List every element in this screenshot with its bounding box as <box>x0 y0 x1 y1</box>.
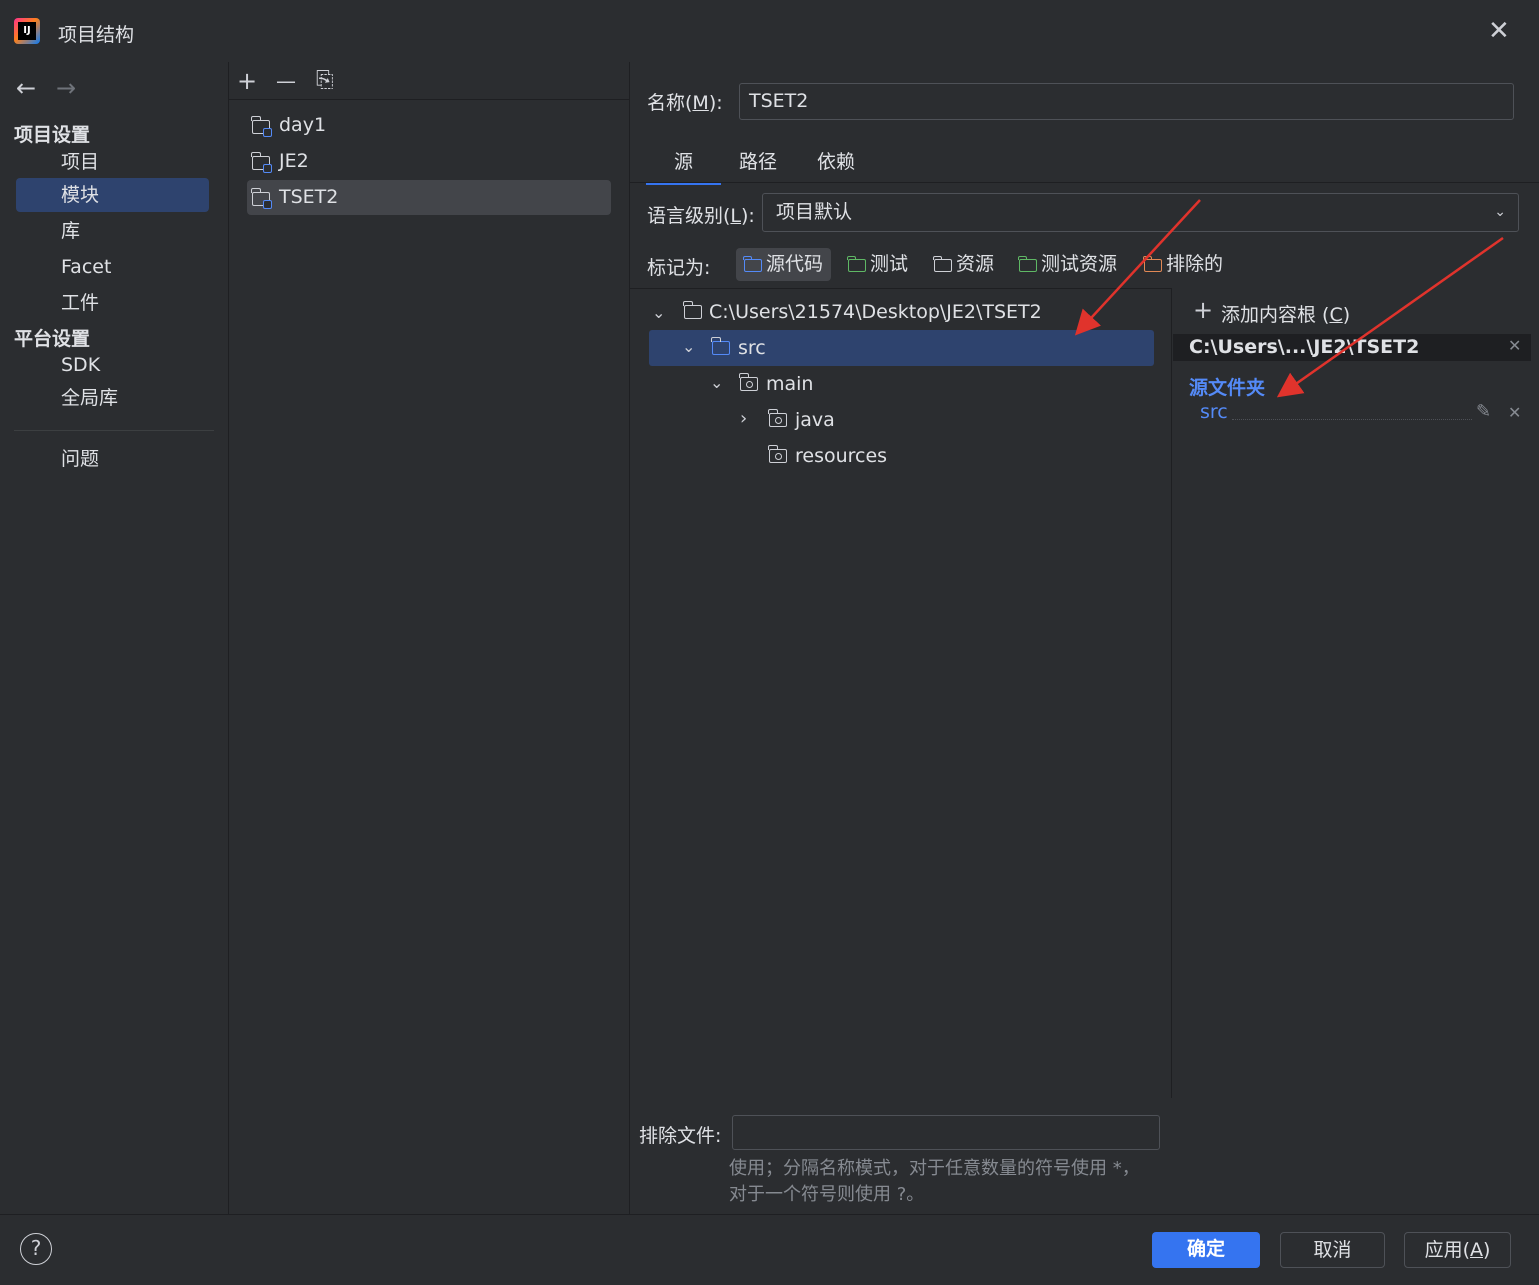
mark-test-resources-button[interactable]: 测试资源 <box>1011 248 1125 281</box>
add-module-icon[interactable]: + <box>237 68 257 94</box>
edit-pencil-icon[interactable]: ✎ <box>1476 401 1491 422</box>
tree-resources-label[interactable]: resources <box>795 438 887 474</box>
sidebar-item-artifacts[interactable]: 工件 <box>16 286 209 320</box>
module-toolbar-divider <box>229 99 629 100</box>
remove-module-icon[interactable]: — <box>276 68 296 94</box>
tab-paths[interactable]: 路径 <box>739 150 777 182</box>
tree-java-label[interactable]: java <box>795 402 835 438</box>
module-badge-icon <box>263 128 272 137</box>
tab-dependencies[interactable]: 依赖 <box>817 150 855 182</box>
content-roots-pane <box>1173 288 1539 1214</box>
module-label: day1 <box>279 114 327 136</box>
module-badge-icon <box>263 164 272 173</box>
content-root-path: C:\Users\...\JE2\TSET2 <box>1189 336 1420 358</box>
back-arrow-icon[interactable]: ← <box>16 76 36 100</box>
exclude-hint-line1: 使用；分隔名称模式，对于任意数量的符号使用 *， <box>729 1158 1140 1179</box>
test-resource-folder-icon <box>1018 256 1037 272</box>
dotted-leader <box>1232 419 1472 420</box>
ok-button[interactable]: 确定 <box>1152 1232 1260 1268</box>
folder-tree <box>630 288 1172 1098</box>
mark-resources-label: 资源 <box>956 253 995 275</box>
chevron-down-icon: ⌄ <box>1494 204 1506 220</box>
exclude-files-input[interactable] <box>732 1115 1160 1150</box>
chevron-down-icon[interactable]: ⌄ <box>652 303 665 322</box>
folder-icon <box>683 301 702 319</box>
forward-arrow-icon[interactable]: → <box>56 76 76 100</box>
module-item-tset2[interactable]: TSET2 <box>247 180 611 215</box>
resource-folder-icon <box>933 256 952 272</box>
language-level-value: 项目默认 <box>776 201 853 223</box>
source-folder-entry[interactable]: src <box>1200 401 1228 423</box>
tree-row-root[interactable]: ⌄ <box>652 294 665 330</box>
test-folder-icon <box>847 256 866 272</box>
package-folder-icon <box>768 409 787 427</box>
chevron-down-icon[interactable]: ⌄ <box>682 335 695 359</box>
close-icon[interactable]: ✕ <box>1488 18 1510 44</box>
mark-sources-button[interactable]: 源代码 <box>736 248 832 281</box>
exclude-files-label: 排除文件: <box>639 1125 722 1147</box>
apply-button[interactable]: 应用(A) <box>1404 1232 1511 1268</box>
remove-source-folder-icon[interactable]: ✕ <box>1508 403 1521 422</box>
mark-tests-button[interactable]: 测试 <box>840 248 916 281</box>
mark-as-label: 标记为: <box>647 257 711 279</box>
language-level-select[interactable]: 项目默认 ⌄ <box>762 193 1519 232</box>
language-level-label: 语言级别(L): <box>647 205 755 227</box>
exclude-hint-line2: 对于一个符号则使用 ?。 <box>729 1184 925 1205</box>
window-title: 项目结构 <box>58 24 135 46</box>
copy-module-icon[interactable]: ⎘ <box>316 68 334 94</box>
module-label: TSET2 <box>279 186 339 208</box>
package-folder-icon <box>768 445 787 463</box>
sidebar-divider <box>14 430 214 431</box>
sidebar-item-global-libraries[interactable]: 全局库 <box>16 381 209 415</box>
mark-resources-button[interactable]: 资源 <box>926 248 1002 281</box>
sidebar-item-facets[interactable]: Facet <box>16 250 209 284</box>
help-icon[interactable]: ? <box>20 1233 52 1265</box>
add-icon[interactable]: + <box>1193 298 1213 322</box>
module-badge-icon <box>263 200 272 209</box>
source-folder-icon <box>711 337 730 355</box>
tree-main-label[interactable]: main <box>766 366 813 402</box>
module-label: JE2 <box>279 150 309 172</box>
cancel-button[interactable]: 取消 <box>1280 1232 1385 1268</box>
name-label: 名称(M): <box>647 92 723 114</box>
tree-src-label[interactable]: src <box>738 330 766 366</box>
chevron-right-icon[interactable]: › <box>740 407 747 431</box>
module-item-je2[interactable]: JE2 <box>247 144 611 179</box>
mark-sources-label: 源代码 <box>766 253 824 275</box>
title-bar <box>0 0 1539 63</box>
sidebar-item-project[interactable]: 项目 <box>16 145 209 179</box>
mark-tests-label: 测试 <box>870 253 909 275</box>
add-content-root-button[interactable]: 添加内容根 (C) <box>1221 300 1350 327</box>
excluded-folder-icon <box>1143 256 1162 272</box>
sidebar-item-sdk[interactable]: SDK <box>16 348 209 382</box>
tab-underline <box>630 182 1539 183</box>
tree-root-label[interactable]: C:\Users\21574\Desktop\JE2\TSET2 <box>709 294 1042 330</box>
sidebar-item-libraries[interactable]: 库 <box>16 214 209 248</box>
project-settings-heading: 项目设置 <box>14 124 91 146</box>
chevron-down-icon[interactable]: ⌄ <box>710 371 723 395</box>
mark-excluded-button[interactable]: 排除的 <box>1136 248 1231 281</box>
package-folder-icon <box>739 373 758 391</box>
module-list-pane <box>229 62 630 1214</box>
source-folder-icon <box>743 256 762 272</box>
mark-excluded-label: 排除的 <box>1166 253 1224 275</box>
module-item-day1[interactable]: day1 <box>247 108 611 143</box>
sidebar-item-modules[interactable]: 模块 <box>16 178 209 212</box>
module-name-input[interactable]: TSET2 <box>739 83 1514 120</box>
intellij-logo-icon <box>14 18 40 44</box>
sidebar-item-problems[interactable]: 问题 <box>16 442 209 476</box>
platform-settings-heading: 平台设置 <box>14 328 91 350</box>
source-folders-heading: 源文件夹 <box>1189 377 1266 399</box>
mark-test-resources-label: 测试资源 <box>1041 253 1118 275</box>
remove-content-root-icon[interactable]: ✕ <box>1508 336 1521 355</box>
tab-sources[interactable]: 源 <box>646 150 721 185</box>
